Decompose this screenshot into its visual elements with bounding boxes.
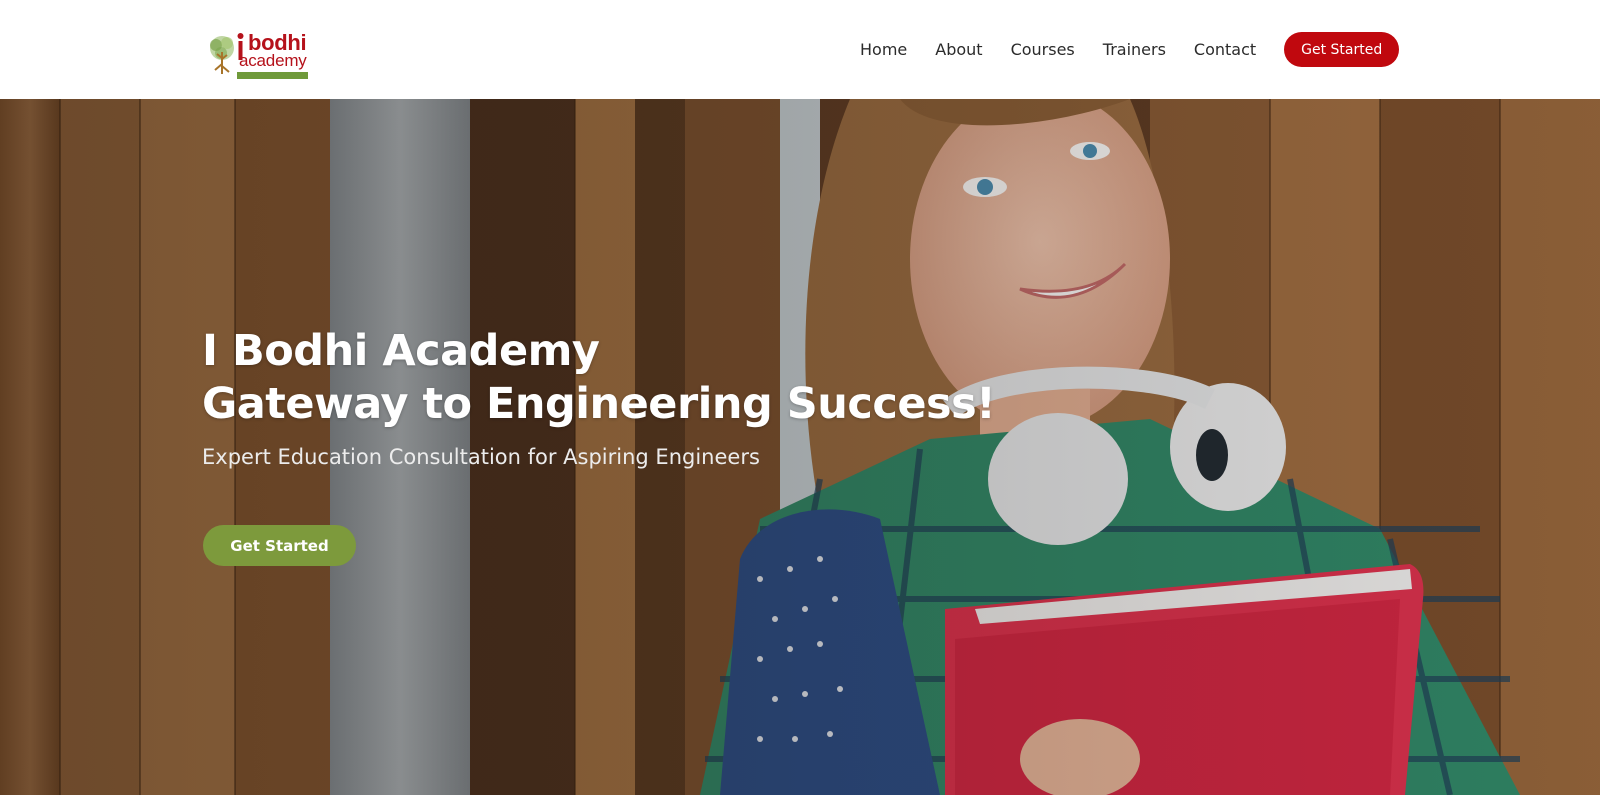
main-nav: Home About Courses Trainers Contact Get … <box>860 0 1400 99</box>
nav-courses-link[interactable]: Courses <box>1011 40 1075 59</box>
hero-title-line-2: Gateway to Engineering Success! <box>202 379 996 429</box>
hero-subtitle: Expert Education Consultation for Aspiri… <box>202 445 760 469</box>
tree-logo-icon <box>210 36 234 74</box>
hero-title-line-1: I Bodhi Academy <box>202 326 600 376</box>
logo-word-academy: academy <box>239 51 307 70</box>
nav-home-link[interactable]: Home <box>860 40 907 59</box>
hero-section: I Bodhi Academy Gateway to Engineering S… <box>0 99 1600 795</box>
nav-contact-link[interactable]: Contact <box>1194 40 1256 59</box>
nav-about-link[interactable]: About <box>935 40 982 59</box>
nav-trainers-link[interactable]: Trainers <box>1103 40 1166 59</box>
site-logo[interactable]: bodhi academy <box>206 30 310 82</box>
logo-tagline-strip <box>237 72 308 79</box>
header-get-started-button[interactable]: Get Started <box>1284 32 1400 67</box>
hero-get-started-button[interactable]: Get Started <box>203 525 356 566</box>
site-header: bodhi academy Home About Courses Trainer… <box>0 0 1600 99</box>
hero-title: I Bodhi Academy Gateway to Engineering S… <box>202 325 996 431</box>
